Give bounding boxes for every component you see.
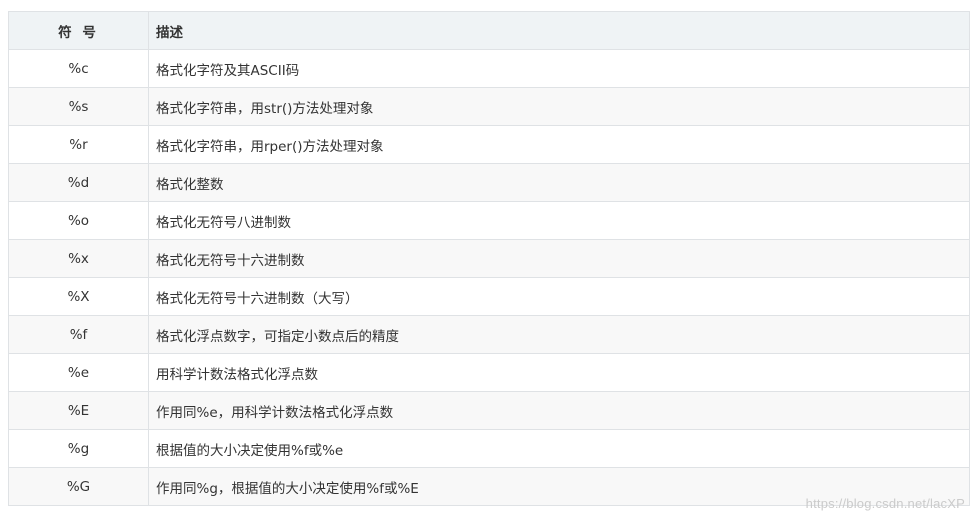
format-symbol-table-container: 符 号 描述 %c 格式化字符及其ASCII码 %s 格式化字符串，用str()…: [8, 11, 970, 506]
header-description: 描述: [148, 11, 970, 50]
cell-symbol: %G: [8, 467, 149, 506]
cell-symbol: %x: [8, 239, 149, 278]
cell-description: 格式化无符号八进制数: [148, 201, 970, 240]
cell-symbol: %c: [8, 49, 149, 88]
table-row: %o 格式化无符号八进制数: [8, 201, 970, 240]
table-row: %E 作用同%e，用科学计数法格式化浮点数: [8, 391, 970, 430]
cell-description: 格式化字符串，用rper()方法处理对象: [148, 125, 970, 164]
cell-symbol: %X: [8, 277, 149, 316]
cell-symbol: %f: [8, 315, 149, 354]
table-row: %X 格式化无符号十六进制数（大写）: [8, 277, 970, 316]
cell-symbol: %r: [8, 125, 149, 164]
cell-symbol: %o: [8, 201, 149, 240]
cell-description: 格式化无符号十六进制数: [148, 239, 970, 278]
cell-description: 格式化无符号十六进制数（大写）: [148, 277, 970, 316]
table-row: %g 根据值的大小决定使用%f或%e: [8, 429, 970, 468]
cell-symbol: %d: [8, 163, 149, 202]
table-row: %e 用科学计数法格式化浮点数: [8, 353, 970, 392]
table-row: %r 格式化字符串，用rper()方法处理对象: [8, 125, 970, 164]
table-header-row: 符 号 描述: [8, 11, 970, 50]
cell-description: 格式化整数: [148, 163, 970, 202]
table-row: %d 格式化整数: [8, 163, 970, 202]
table-row: %s 格式化字符串，用str()方法处理对象: [8, 87, 970, 126]
cell-description: 格式化字符及其ASCII码: [148, 49, 970, 88]
cell-description: 格式化浮点数字，可指定小数点后的精度: [148, 315, 970, 354]
watermark-text: https://blog.csdn.net/lacXP: [805, 496, 965, 511]
cell-symbol: %E: [8, 391, 149, 430]
cell-description: 根据值的大小决定使用%f或%e: [148, 429, 970, 468]
cell-description: 格式化字符串，用str()方法处理对象: [148, 87, 970, 126]
table-row: %x 格式化无符号十六进制数: [8, 239, 970, 278]
cell-description: 作用同%e，用科学计数法格式化浮点数: [148, 391, 970, 430]
cell-description: 用科学计数法格式化浮点数: [148, 353, 970, 392]
table-row: %c 格式化字符及其ASCII码: [8, 49, 970, 88]
table-row: %f 格式化浮点数字，可指定小数点后的精度: [8, 315, 970, 354]
header-symbol: 符 号: [8, 11, 149, 50]
format-symbol-table: 符 号 描述 %c 格式化字符及其ASCII码 %s 格式化字符串，用str()…: [8, 11, 970, 506]
cell-symbol: %s: [8, 87, 149, 126]
cell-symbol: %g: [8, 429, 149, 468]
cell-symbol: %e: [8, 353, 149, 392]
